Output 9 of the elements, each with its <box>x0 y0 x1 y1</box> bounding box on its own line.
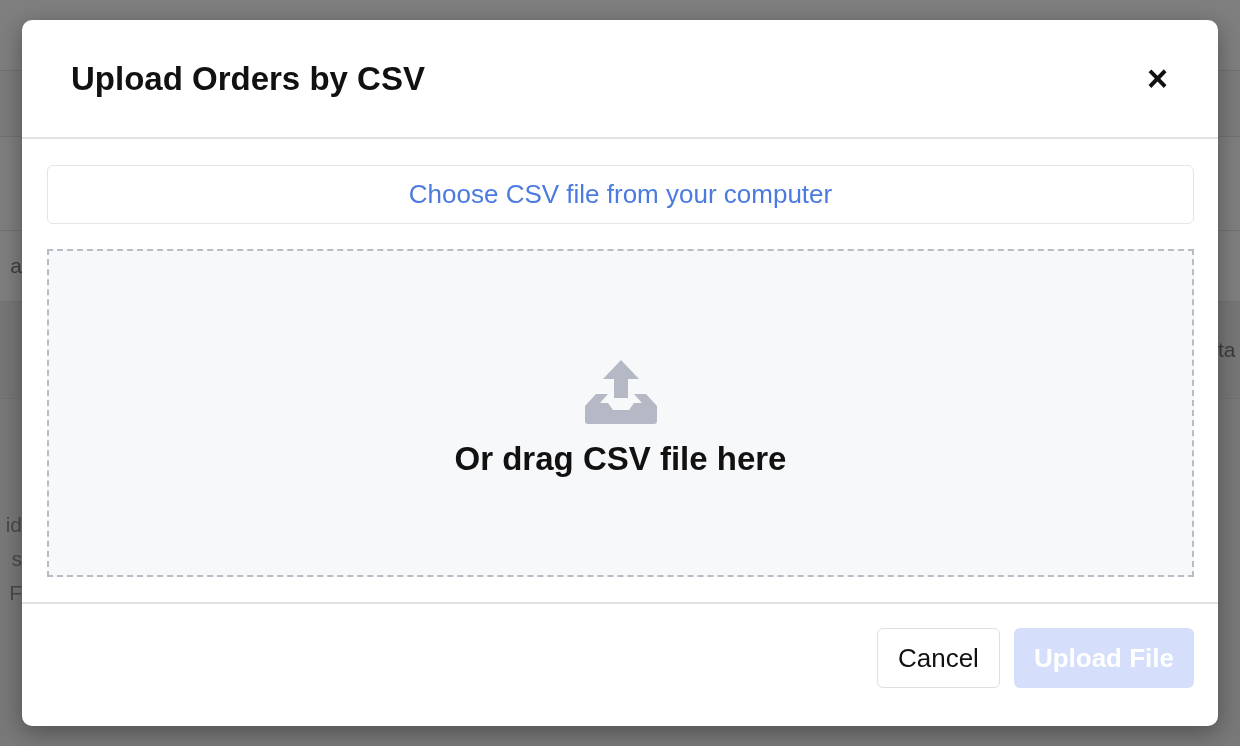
background-text: ta <box>1218 338 1236 362</box>
upload-tray-icon <box>583 358 658 426</box>
dialog-title: Upload Orders by CSV <box>71 59 425 98</box>
cancel-button[interactable]: Cancel <box>876 628 1000 688</box>
close-button[interactable]: × <box>1142 60 1172 97</box>
dropzone[interactable]: Or drag CSV file here <box>47 249 1194 577</box>
background-text: a <box>10 254 22 278</box>
dropzone-text: Or drag CSV file here <box>454 440 787 478</box>
choose-file-button[interactable]: Choose CSV file from your computer <box>47 165 1194 224</box>
